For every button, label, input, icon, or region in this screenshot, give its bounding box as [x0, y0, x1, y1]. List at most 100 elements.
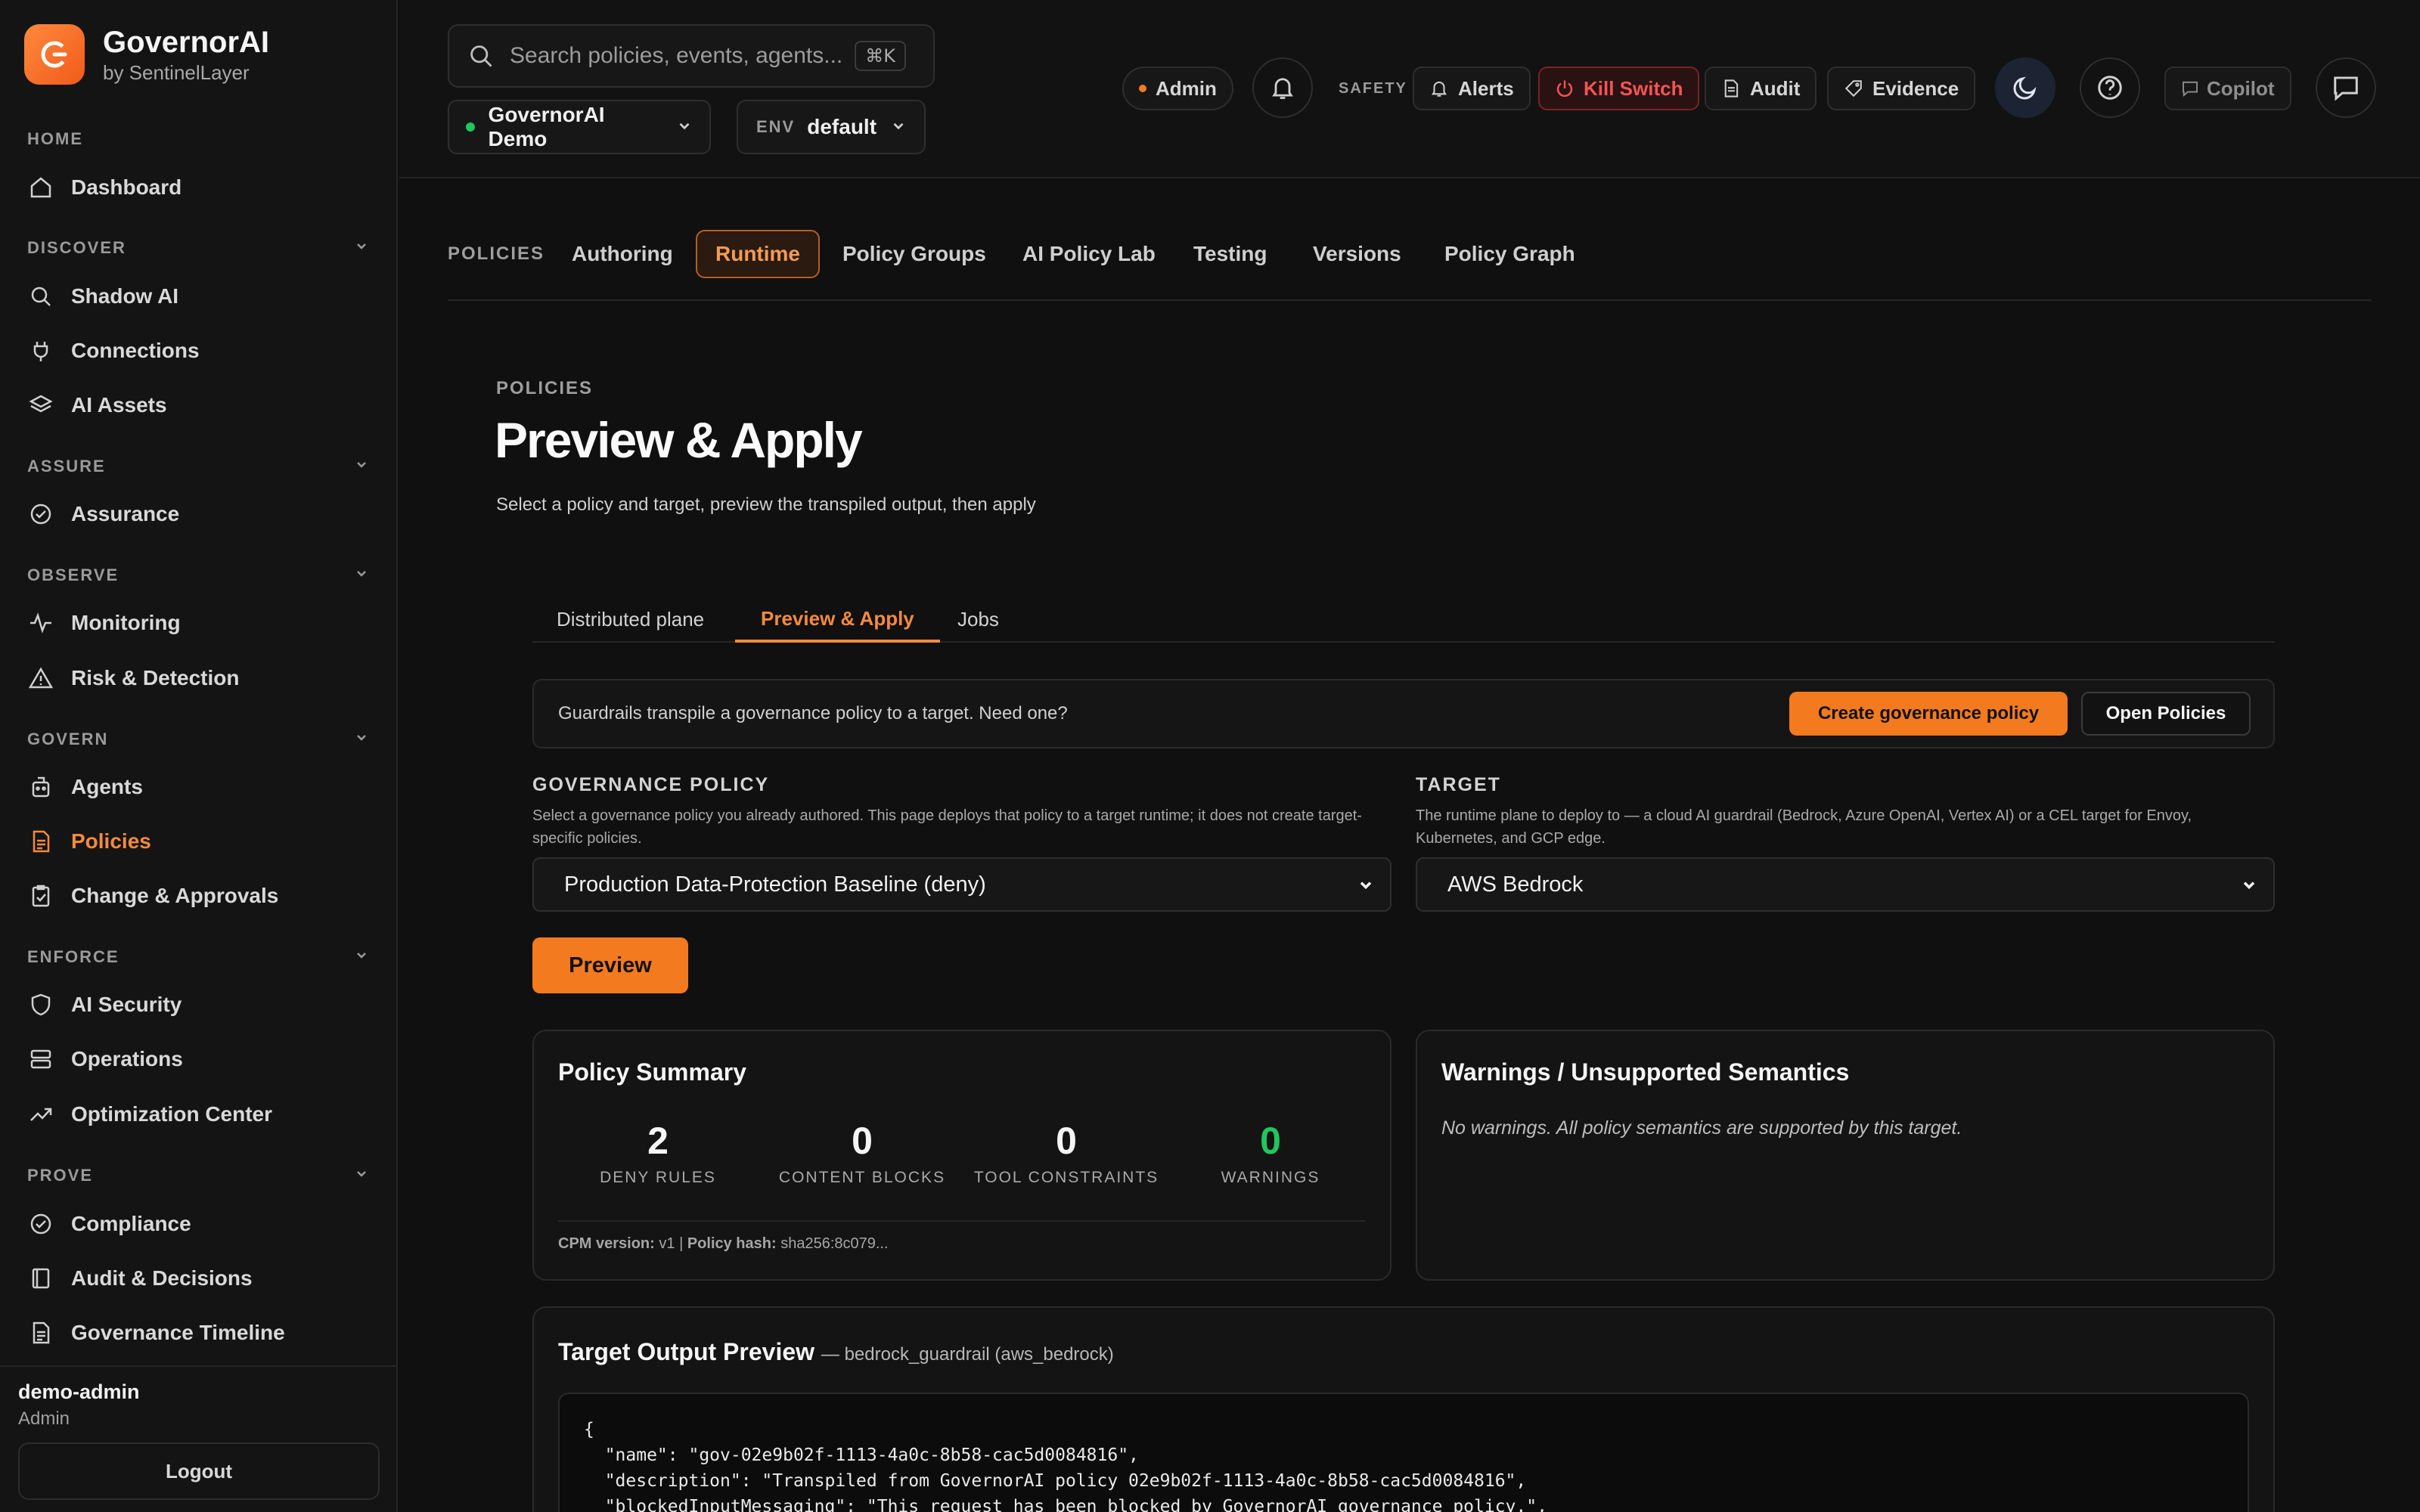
sidebar-item-label: Audit & Decisions [71, 1266, 253, 1290]
subtab-distributed-plane[interactable]: Distributed plane [557, 597, 704, 641]
sidebar: GovernorAI by SentinelLayer HOME Dashboa… [0, 0, 398, 1512]
warnings-empty-text: No warnings. All policy semantics are su… [1441, 1117, 1962, 1139]
role-badge[interactable]: Admin [1122, 67, 1233, 110]
policy-summary-card: Policy Summary 2 DENY RULES 0 CONTENT BL… [532, 1030, 1392, 1281]
target-help: The runtime plane to deploy to — a cloud… [1416, 807, 2192, 847]
governance-policy-help: Select a governance policy you already a… [532, 807, 1362, 847]
sidebar-item-operations[interactable]: Operations [27, 1038, 183, 1080]
sidebar-item-optimization-center[interactable]: Optimization Center [27, 1093, 272, 1136]
file-text-icon [1721, 79, 1741, 98]
output-code-block[interactable]: { "name": "gov-02e9b02f-1113-4a0c-8b58-c… [558, 1393, 2249, 1512]
document-icon [27, 828, 54, 855]
shield-icon [27, 991, 54, 1018]
tag-icon [1844, 79, 1863, 98]
governance-policy-select[interactable]: Production Data-Protection Baseline (den… [532, 857, 1392, 912]
subtab-jobs[interactable]: Jobs [957, 597, 999, 641]
tab-policy-groups[interactable]: Policy Groups [842, 230, 986, 278]
sidebar-item-policies[interactable]: Policies [27, 820, 151, 863]
clipboard-check-icon [27, 882, 54, 909]
sidebar-item-agents[interactable]: Agents [27, 766, 143, 808]
code-line: { [584, 1420, 594, 1439]
tab-authoring[interactable]: Authoring [572, 230, 673, 278]
stat-deny-rules: 2 DENY RULES [560, 1119, 756, 1187]
stat-warnings: 0 WARNINGS [1172, 1119, 1369, 1187]
brand-subtitle: by SentinelLayer [103, 61, 250, 84]
sidebar-item-label: Policies [71, 829, 151, 853]
sidebar-item-label: Agents [71, 775, 143, 798]
section-enforce-label: ENFORCE [27, 947, 119, 966]
target-label: TARGET [1416, 774, 1501, 795]
section-discover[interactable]: DISCOVER [27, 233, 369, 263]
subtab-preview-apply[interactable]: Preview & Apply [735, 597, 940, 643]
sidebar-item-dashboard[interactable]: Dashboard [27, 166, 182, 209]
policy-hash-label: Policy hash: [687, 1235, 777, 1252]
policy-tabs-caption: POLICIES [448, 243, 545, 264]
chevron-down-icon [354, 1166, 369, 1185]
theme-toggle-button[interactable] [1995, 57, 2055, 118]
audit-button[interactable]: Audit [1705, 67, 1817, 110]
sidebar-item-change-approvals[interactable]: Change & Approvals [27, 875, 278, 917]
tab-runtime[interactable]: Runtime [696, 230, 820, 278]
search-shortcut: ⌘K [855, 41, 906, 71]
sidebar-item-connections[interactable]: Connections [27, 330, 200, 372]
chevron-down-icon [354, 565, 369, 585]
code-line: "name": "gov-02e9b02f-1113-4a0c-8b58-cac… [584, 1445, 1139, 1465]
search-icon [467, 42, 495, 70]
target-value: AWS Bedrock [1447, 872, 1584, 897]
stat-label: TOOL CONSTRAINTS [973, 1169, 1159, 1186]
section-home: HOME [27, 124, 369, 154]
page-subtitle: Select a policy and target, preview the … [496, 494, 1036, 515]
brand[interactable]: GovernorAI by SentinelLayer [24, 24, 269, 85]
cpm-version-label: CPM version: [558, 1235, 655, 1252]
sidebar-item-risk-detection[interactable]: Risk & Detection [27, 657, 240, 699]
sidebar-item-ai-security[interactable]: AI Security [27, 984, 182, 1026]
env-select[interactable]: ENV default [737, 100, 926, 154]
user-name: demo-admin [18, 1380, 140, 1403]
stat-label: WARNINGS [1221, 1169, 1320, 1186]
copilot-button[interactable]: Copilot [2164, 67, 2291, 110]
section-enforce[interactable]: ENFORCE [27, 942, 369, 972]
tab-policy-graph[interactable]: Policy Graph [1444, 230, 1575, 278]
evidence-button[interactable]: Evidence [1827, 67, 1976, 110]
sidebar-item-compliance[interactable]: Compliance [27, 1203, 191, 1245]
search-input[interactable]: Search policies, events, agents... ⌘K [448, 24, 935, 88]
env-label: ENV [756, 117, 796, 136]
help-button[interactable] [2080, 57, 2140, 118]
search-placeholder: Search policies, events, agents... [510, 43, 843, 68]
agent-icon [27, 773, 54, 801]
evidence-label: Evidence [1872, 76, 1959, 100]
sidebar-item-assurance[interactable]: Assurance [27, 493, 179, 535]
sidebar-item-audit-decisions[interactable]: Audit & Decisions [27, 1257, 253, 1300]
chevron-down-icon [354, 238, 369, 258]
org-select[interactable]: GovernorAI Demo [448, 100, 711, 154]
chat-button[interactable] [2316, 57, 2376, 118]
section-assure-label: ASSURE [27, 457, 106, 476]
tab-versions[interactable]: Versions [1313, 230, 1401, 278]
create-governance-policy-button[interactable]: Create governance policy [1789, 692, 2068, 736]
notifications-button[interactable] [1252, 57, 1313, 118]
section-observe[interactable]: OBSERVE [27, 560, 369, 590]
sidebar-item-shadow-ai[interactable]: Shadow AI [27, 275, 178, 318]
open-policies-button[interactable]: Open Policies [2081, 692, 2251, 736]
sidebar-item-ai-assets[interactable]: AI Assets [27, 384, 167, 426]
preview-button[interactable]: Preview [532, 937, 688, 993]
alerts-button[interactable]: Alerts [1413, 67, 1531, 110]
tab-ai-policy-lab[interactable]: AI Policy Lab [1022, 230, 1156, 278]
sidebar-item-governance-timeline[interactable]: Governance Timeline [27, 1312, 285, 1354]
user-role: Admin [18, 1408, 70, 1429]
banner-text: Guardrails transpile a governance policy… [558, 703, 1068, 723]
target-select[interactable]: AWS Bedrock [1416, 857, 2275, 912]
logout-button[interactable]: Logout [18, 1442, 380, 1500]
tab-testing[interactable]: Testing [1193, 230, 1267, 278]
brand-name: GovernorAI [103, 26, 270, 59]
section-prove[interactable]: PROVE [27, 1160, 369, 1191]
section-govern[interactable]: GOVERN [27, 724, 369, 754]
guardrails-banner: Guardrails transpile a governance policy… [532, 679, 2275, 748]
sidebar-item-monitoring[interactable]: Monitoring [27, 602, 181, 644]
kill-switch-button[interactable]: Kill Switch [1538, 67, 1700, 110]
policy-summary-title: Policy Summary [558, 1058, 746, 1086]
stat-value: 0 [1260, 1120, 1281, 1162]
governance-policy-label: GOVERNANCE POLICY [532, 774, 770, 795]
section-assure[interactable]: ASSURE [27, 451, 369, 482]
breadcrumb: POLICIES [496, 378, 594, 398]
